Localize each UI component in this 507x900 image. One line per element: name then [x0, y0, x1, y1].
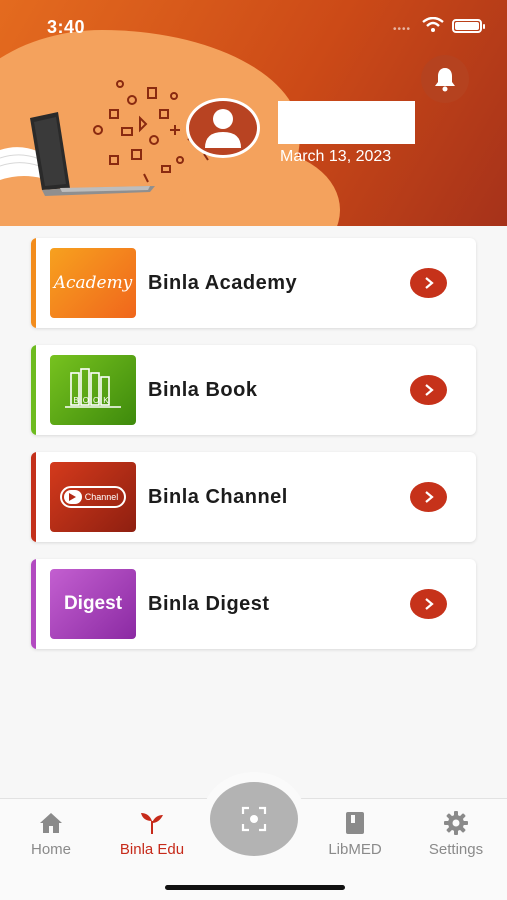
channel-badge: Channel — [59, 486, 127, 508]
scan-icon — [241, 806, 267, 832]
tab-home[interactable]: Home — [6, 811, 96, 858]
user-name-box — [278, 101, 415, 144]
academy-logo-text: Academy — [53, 273, 133, 293]
sprout-icon — [141, 813, 163, 834]
channel-logo-text: Channel — [84, 492, 119, 502]
tab-binla-edu[interactable]: Binla Edu — [107, 811, 197, 858]
channel-logo: Channel — [50, 462, 136, 532]
gear-icon — [444, 811, 468, 835]
card-title: Binla Digest — [148, 592, 270, 615]
card-binla-book[interactable]: BOOK Binla Book — [31, 345, 476, 435]
notification-button[interactable] — [421, 55, 469, 103]
card-title: Binla Academy — [148, 271, 298, 294]
card-accent — [31, 345, 36, 435]
open-channel-button[interactable] — [410, 482, 447, 512]
battery-icon — [452, 19, 485, 33]
academy-logo: Academy — [50, 248, 136, 318]
header-date: March 13, 2023 — [280, 148, 392, 165]
digest-logo-text: Digest — [63, 593, 123, 614]
book-logo: BOOK — [50, 355, 136, 425]
scan-button[interactable] — [210, 782, 298, 856]
book-icon — [346, 812, 364, 834]
home-indicator — [165, 885, 345, 890]
card-accent — [31, 452, 36, 542]
user-avatar-icon — [205, 109, 241, 148]
status-bar: 3:40 •••• — [0, 0, 507, 50]
chevron-right-icon — [424, 384, 434, 396]
tab-settings[interactable]: Settings — [411, 811, 501, 858]
card-binla-digest[interactable]: Digest Binla Digest — [31, 559, 476, 649]
bell-icon — [435, 68, 455, 92]
tab-label: Settings — [428, 841, 484, 858]
signal-icon: •••• — [393, 24, 412, 35]
bookshelf-icon — [65, 368, 121, 408]
tab-label: Home — [30, 841, 71, 858]
card-binla-channel[interactable]: Channel Binla Channel — [31, 452, 476, 542]
home-icon — [40, 813, 62, 833]
card-accent — [31, 238, 36, 328]
card-accent — [31, 559, 36, 649]
open-digest-button[interactable] — [410, 589, 447, 619]
digest-logo: Digest — [50, 569, 136, 639]
header-banner: 3:40 •••• March 13, 2023 — [0, 0, 507, 226]
play-icon — [63, 490, 82, 504]
book-logo-text: BOOK — [73, 396, 113, 405]
status-time: 3:40 — [47, 17, 86, 37]
tab-libmed[interactable]: LibMED — [310, 811, 400, 858]
wifi-icon — [422, 17, 444, 32]
open-book-button[interactable] — [410, 375, 447, 405]
chevron-right-icon — [424, 277, 434, 289]
open-academy-button[interactable] — [410, 268, 447, 298]
card-title: Binla Channel — [148, 485, 288, 508]
app-list: Academy Binla Academy BOOK Binla Book Ch… — [31, 238, 476, 666]
card-binla-academy[interactable]: Academy Binla Academy — [31, 238, 476, 328]
chevron-right-icon — [424, 491, 434, 503]
user-avatar[interactable] — [186, 98, 260, 158]
tab-label: LibMED — [328, 841, 382, 858]
tab-label: Binla Edu — [119, 841, 185, 858]
chevron-right-icon — [424, 598, 434, 610]
card-title: Binla Book — [148, 378, 258, 401]
